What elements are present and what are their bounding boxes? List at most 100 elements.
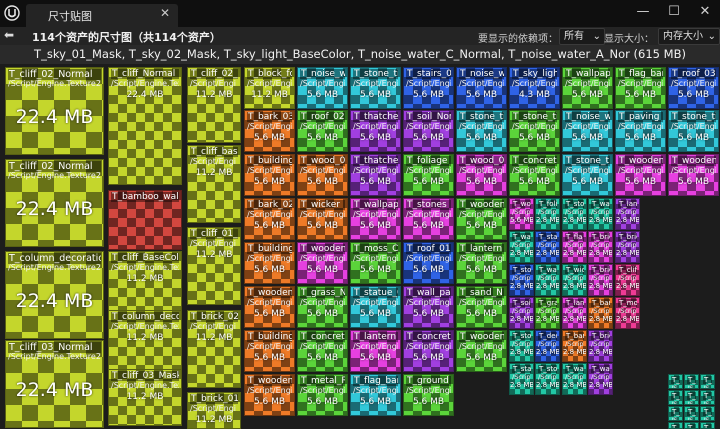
texture-tile[interactable]: T_block_fou/Script/Engi 11.2 MB: [244, 67, 295, 109]
maximize-icon[interactable]: ☐: [663, 4, 685, 19]
texture-tile[interactable]: T_wall_par/Script/Engi 5.6 MB: [403, 286, 454, 328]
texture-tile[interactable]: T_wall/Script2.8 MB: [588, 198, 613, 230]
texture-tile[interactable]: T_lantern/Script/Engi 5.6 MB: [350, 330, 401, 372]
texture-tile[interactable]: T_/S: [684, 390, 699, 405]
texture-tile[interactable]: T_clif/Script 2.8 MB: [615, 264, 640, 296]
texture-tile[interactable]: T_lant/Script2.8 MB: [562, 297, 587, 329]
texture-tile[interactable]: T_thatched/Script/Engi 5.6 MB: [350, 154, 401, 196]
texture-tile[interactable]: T_roof_02/Script/Engi 5.6 MB: [297, 110, 348, 152]
texture-tile[interactable]: T_bric/Script2.8 MB: [588, 231, 613, 263]
texture-tile[interactable]: T_roof_03/Script/Engi 5.6 MB: [668, 67, 719, 109]
size-dropdown[interactable]: 内存大小 ⌄: [658, 28, 720, 45]
texture-tile[interactable]: T_mo/Script 2.8 MB: [615, 297, 640, 329]
texture-tile[interactable]: T_wooden/Script/Engi5.6 MB: [509, 198, 534, 230]
texture-tile[interactable]: T_stone_t/Script/Engi 5.6 MB: [562, 154, 613, 196]
texture-tile[interactable]: T_/S: [668, 422, 683, 429]
texture-tile[interactable]: T_stones/Script/Engi 5.6 MB: [403, 198, 454, 240]
texture-tile[interactable]: T_stone_ti/Script/Engi 5.6 MB: [668, 110, 719, 152]
texture-tile[interactable]: T_moss_C/Script/Engi 5.6 MB: [350, 242, 401, 284]
texture-tile[interactable]: T_roof_01/Script/Engi 5.6 MB: [403, 242, 454, 284]
texture-tile[interactable]: T_noise_w/Script/Engi 5.6 MB: [456, 67, 507, 109]
texture-tile[interactable]: T_soil_Nor/Script/Engi 5.6 MB: [403, 110, 454, 152]
root-node-header[interactable]: T_sky_01_Mask, T_sky_02_Mask, T_sky_ligh…: [0, 45, 720, 64]
texture-tile[interactable]: T_ston/Script2.8 MB: [509, 330, 534, 362]
texture-tile[interactable]: T_stor/Script2.8 MB: [509, 264, 534, 296]
texture-tile[interactable]: T_wooden/Script/Engi5.6 MB: [244, 286, 295, 328]
texture-tile[interactable]: T_cliff_02_Normal/Script/Engine.Texture2…: [5, 67, 104, 155]
texture-tile[interactable]: T_thatched/Script/Engi 5.6 MB: [350, 110, 401, 152]
texture-tile[interactable]: T_wooden/Script/Engi5.6 MB: [456, 198, 507, 240]
texture-tile[interactable]: T_wooden/Script/Engi5.6 MB: [297, 242, 348, 284]
texture-tile[interactable]: T_cliff_01_N/Script/Engi 11.2 MB: [187, 227, 241, 305]
texture-tile[interactable]: T_fla/Script 2.8 MB: [562, 231, 587, 263]
texture-tile[interactable]: T_ground/Script/Engi 5.6 MB: [403, 374, 454, 416]
texture-tile[interactable]: T_noise_w/Script/Engi 5.6 MB: [562, 110, 613, 152]
texture-tile[interactable]: T_wick/Script2.8 MB: [562, 264, 587, 296]
texture-tile[interactable]: T_/S: [668, 406, 683, 421]
texture-tile[interactable]: T_wooden/Script/Engi5.6 MB: [668, 154, 719, 196]
texture-tile[interactable]: T_flag_bar/Script/Engi 5.6 MB: [350, 374, 401, 416]
texture-tile[interactable]: T_/S: [668, 374, 683, 389]
minimize-icon[interactable]: —: [632, 4, 654, 19]
texture-tile[interactable]: T_ston/Script2.8 MB: [535, 363, 560, 395]
texture-tile[interactable]: T_deco/Script2.8 MB: [535, 330, 560, 362]
window-close-icon[interactable]: ✕: [694, 4, 716, 19]
texture-tile[interactable]: T_gras/Script2.8 MB: [535, 297, 560, 329]
texture-tile[interactable]: T_statue_0/Script/Engi 5.6 MB: [350, 286, 401, 328]
texture-tile[interactable]: T_lantern/Script/Engi 5.6 MB: [456, 242, 507, 284]
texture-tile[interactable]: T_soil/Script 2.8 MB: [509, 297, 534, 329]
texture-tile[interactable]: T_bric/Script2.8 MB: [588, 264, 613, 296]
texture-tile[interactable]: T_building/Script/Engi 5.6 MB: [244, 242, 295, 284]
texture-tile[interactable]: T_cliff_BaseColo/Script/Engine.Tex 11.2 M…: [108, 251, 182, 311]
texture-tile[interactable]: T_cliff_03_Mask/Script/Engine.Tex 11.2 MB: [108, 369, 182, 426]
texture-tile[interactable]: T_column_decoration_l/Script/Engine.Text…: [5, 251, 104, 339]
texture-tile[interactable]: T_cliff_03_Normal/Script/Engine.Texture2…: [5, 340, 104, 428]
texture-tile[interactable]: T_wallpape/Script/Engi 5.6 MB: [350, 198, 401, 240]
texture-tile[interactable]: T_wooden/Script/Engi5.6 MB: [456, 330, 507, 372]
texture-tile[interactable]: T_stone_ti/Script/Engi 5.6 MB: [509, 110, 560, 152]
texture-tile[interactable]: T_bric/Script2.8 MB: [588, 330, 613, 362]
texture-tile[interactable]: T_wood_07/Script/Engi 5.6 MB: [456, 154, 507, 196]
texture-tile[interactable]: T_folia/Script2.8 MB: [535, 198, 560, 230]
texture-tile[interactable]: T_/S: [700, 390, 715, 405]
texture-tile[interactable]: T_/S: [684, 374, 699, 389]
texture-tile[interactable]: T_wooden/Script/Engi5.6 MB: [244, 374, 295, 416]
texture-tile[interactable]: T_brick_02/Script/Engi 11.2 MB: [187, 310, 241, 388]
texture-tile[interactable]: T_grass_N/Script/Engi 5.6 MB: [297, 286, 348, 328]
texture-tile[interactable]: T_sand_N/Script/Engi 5.6 MB: [456, 286, 507, 328]
tab-close-icon[interactable]: ✕: [160, 6, 170, 20]
texture-tile[interactable]: T_building/Script/Engi 5.6 MB: [244, 330, 295, 372]
texture-tile[interactable]: T_stai/Script2.8 MB: [509, 363, 534, 395]
texture-tile[interactable]: T_wooden/Script/Engi5.6 MB: [615, 154, 666, 196]
texture-tile[interactable]: T_sky_ligh/Script/Engi 4.3 MB: [509, 67, 560, 109]
texture-tile[interactable]: T_wicker/Script/Engi 5.6 MB: [297, 198, 348, 240]
texture-tile[interactable]: T_bark_03/Script/Engi 5.6 MB: [244, 110, 295, 152]
texture-tile[interactable]: T_noise_w/Script/Engi 5.6 MB: [297, 67, 348, 109]
texture-tile[interactable]: T_bric/Script2.8 MB: [615, 231, 640, 263]
texture-tile[interactable]: T_bark/Script2.8 MB: [562, 330, 587, 362]
texture-tile[interactable]: T_wallpape/Script/Engi 5.6 MB: [562, 67, 613, 109]
texture-tile[interactable]: T_concrete/Script/Engi 5.6 MB: [403, 330, 454, 372]
texture-tile[interactable]: T_ston/Script2.8 MB: [562, 198, 587, 230]
texture-tile[interactable]: T_foliage/Script/Engi 5.6 MB: [403, 154, 454, 196]
texture-tile[interactable]: T_stair/Script2.8 MB: [535, 231, 560, 263]
texture-tile[interactable]: T_wal/Script 2.8 MB: [509, 231, 534, 263]
texture-tile[interactable]: T_lan/Script 2.8 MB: [615, 198, 640, 230]
texture-tile[interactable]: T_paving/Script/Engi 5.6 MB: [615, 110, 666, 152]
texture-tile[interactable]: T_cliff_02_N/Script/Engi 11.2 MB: [187, 67, 241, 143]
texture-tile[interactable]: T_metal_R/Script/Engi 5.6 MB: [297, 374, 348, 416]
texture-tile[interactable]: T_cliff_02_Normal/Script/Engine.Texture2…: [5, 159, 104, 247]
texture-tile[interactable]: T_/S: [700, 422, 715, 429]
texture-tile[interactable]: T_stone_ti/Script/Engi 5.6 MB: [350, 67, 401, 109]
back-arrow-icon[interactable]: ⬅: [4, 28, 24, 44]
texture-tile[interactable]: T_wal/Script 2.8 MB: [588, 363, 613, 395]
texture-tile[interactable]: T_concrete/Script/Engi 5.6 MB: [297, 330, 348, 372]
texture-tile[interactable]: T_/S: [684, 406, 699, 421]
texture-tile[interactable]: T_concrete/Script/Engi 5.6 MB: [509, 154, 560, 196]
texture-tile[interactable]: T_brick_01/Script/Engi 11.2 MB: [187, 392, 241, 429]
texture-tile[interactable]: T_/S: [684, 422, 699, 429]
tab-size-map[interactable]: 尺寸贴图 ✕: [26, 4, 178, 27]
texture-tile[interactable]: T_/S: [700, 406, 715, 421]
texture-tile[interactable]: T_flag_ban/Script/Engi 5.6 MB: [615, 67, 666, 109]
texture-tile[interactable]: T_bark_02/Script/Engi 5.6 MB: [244, 198, 295, 240]
